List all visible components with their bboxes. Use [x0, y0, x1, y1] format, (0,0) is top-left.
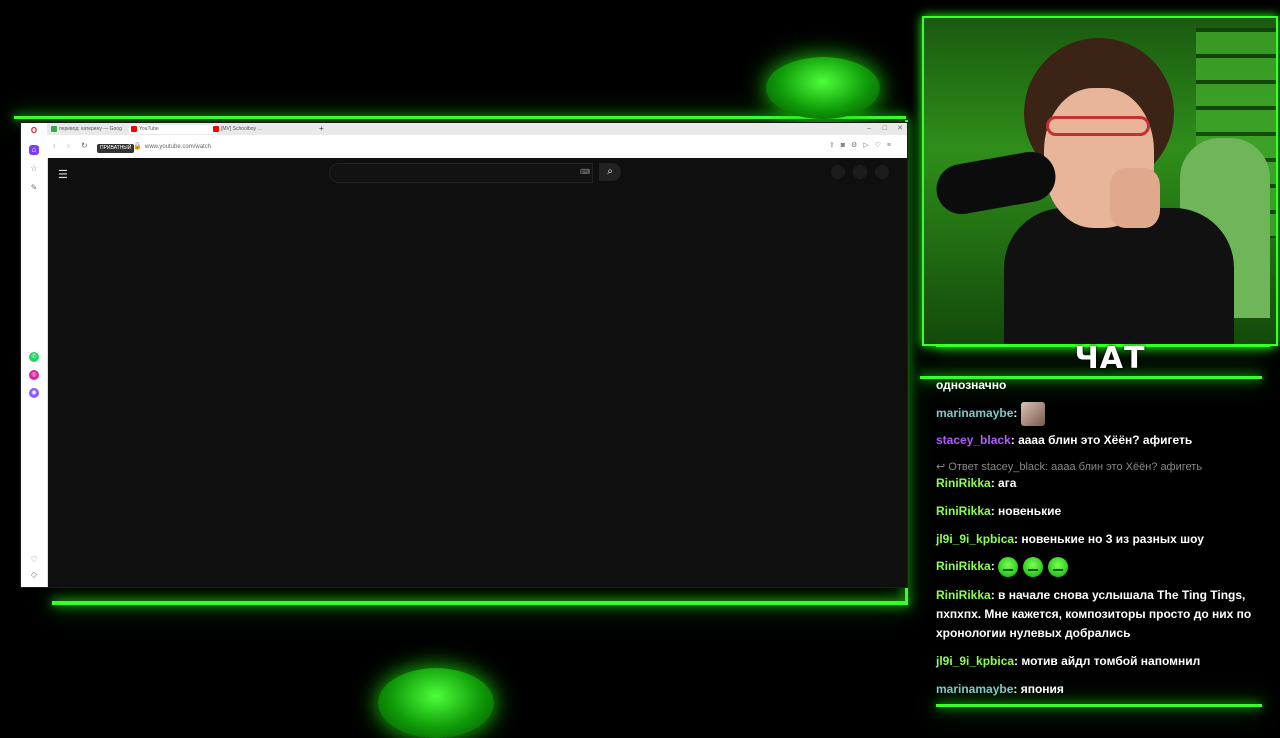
chat-message: RiniRikka: в начале снова услышала The T…: [936, 586, 1254, 643]
opera-logo-icon[interactable]: O: [29, 126, 39, 136]
menu-icon[interactable]: ≡: [887, 142, 897, 149]
browser-window: O ⌂ ☆ ✎ ✆ ◎ ◉ ♡ ◇ перевод: катерину — Go…: [20, 122, 908, 588]
tab-label: YouTube: [139, 126, 159, 132]
message-text: : мотив айдл томбой напомнил: [1014, 654, 1201, 668]
green-blob-bottom: [378, 668, 494, 738]
emote-image: [1020, 402, 1045, 426]
maximize-button[interactable]: □: [883, 124, 887, 133]
heart-icon[interactable]: ♡: [29, 555, 39, 565]
back-icon[interactable]: ‹: [53, 141, 56, 151]
heart-icon[interactable]: ♡: [875, 142, 887, 149]
streamer-body: [1004, 208, 1234, 344]
chat-username[interactable]: RiniRikka: [936, 504, 991, 518]
chat-username[interactable]: RiniRikka: [936, 476, 991, 490]
messenger-icon[interactable]: ◉: [29, 388, 39, 398]
home-icon[interactable]: ⌂: [29, 145, 39, 155]
tab-bar: перевод: катерину — Goog YouTube [MV] Sc…: [47, 123, 907, 135]
emote-icon: [1023, 557, 1044, 577]
keyboard-icon[interactable]: ⌨: [580, 168, 590, 176]
chat-message: RiniRikka: ага: [936, 474, 1254, 493]
chat-username[interactable]: stacey_black: [936, 433, 1011, 447]
star-icon[interactable]: ☆: [29, 164, 39, 174]
lock-icon[interactable]: 🔒: [133, 142, 142, 152]
message-text: : новенькие но 3 из разных шоу: [1014, 532, 1204, 546]
glow-bar-top: [14, 116, 906, 119]
notifications-icon[interactable]: [853, 165, 867, 179]
emote-icon: [998, 557, 1019, 577]
reply-reference: ↩ Ответ stacey_black: аааа блин это Хёён…: [936, 461, 1203, 473]
chat-message: jl9i_9i_kpbica: мотив айдл томбой напомн…: [936, 652, 1254, 671]
address-actions: ⇪◙⚙▷♡≡: [829, 141, 897, 149]
chat-message: stacey_black: аааа блин это Хёён? афигет…: [936, 431, 1254, 450]
browser-sidebar: O ⌂ ☆ ✎ ✆ ◎ ◉ ♡ ◇: [21, 123, 48, 587]
glasses: [1046, 116, 1150, 136]
tab-mv[interactable]: [MV] Schoolboy …: [211, 125, 325, 134]
play-icon[interactable]: ▷: [863, 142, 874, 149]
whatsapp-icon[interactable]: ✆: [29, 352, 39, 362]
close-button[interactable]: ✕: [897, 124, 903, 133]
pin-icon[interactable]: ✎: [29, 183, 39, 193]
chat-username[interactable]: marinamaybe: [936, 406, 1013, 420]
chat-username[interactable]: RiniRikka: [936, 559, 991, 573]
settings-icon[interactable]: ⚙: [851, 142, 863, 149]
instagram-icon[interactable]: ◎: [29, 370, 39, 380]
private-badge: ПРИВАТНЫЙ: [97, 144, 135, 153]
message-text: однозначно: [936, 378, 1007, 392]
youtube-search-input[interactable]: [329, 163, 593, 183]
message-text: : ага: [990, 476, 1017, 490]
chat-username[interactable]: marinamaybe: [936, 682, 1013, 696]
message-text: :: [1013, 406, 1018, 421]
chat-panel: однозначно marinamaybe: stacey_black: аа…: [922, 376, 1262, 706]
youtube-favicon-icon: [213, 126, 219, 132]
chat-message: marinamaybe:: [936, 402, 1254, 426]
youtube-favicon-icon: [131, 126, 137, 132]
share-icon[interactable]: ⇪: [829, 142, 841, 149]
avatar[interactable]: [875, 165, 889, 179]
minimize-button[interactable]: –: [867, 124, 871, 133]
tab-youtube[interactable]: YouTube: [129, 125, 217, 134]
microphone: [932, 147, 1060, 219]
google-favicon-icon: [51, 126, 57, 132]
chat-username[interactable]: RiniRikka: [936, 588, 991, 602]
chat-message: однозначно: [936, 376, 1254, 395]
forward-icon[interactable]: ›: [67, 141, 70, 151]
message-text: : япония: [1013, 682, 1064, 696]
message-text: : новенькие: [990, 504, 1062, 518]
create-icon[interactable]: [831, 165, 845, 179]
cube-icon[interactable]: ◇: [29, 570, 39, 580]
tab-label: перевод: катерину — Goog: [59, 126, 122, 132]
camera-icon[interactable]: ◙: [841, 142, 851, 149]
tab-google[interactable]: перевод: катерину — Goog: [49, 125, 135, 134]
url-field[interactable]: www.youtube.com/watch: [145, 143, 211, 152]
streamer-hand: [1110, 168, 1160, 228]
chat-message: RiniRikka:: [936, 557, 1254, 577]
glow-bar-bottom: [52, 601, 908, 605]
chat-username[interactable]: jl9i_9i_kpbica: [936, 532, 1014, 546]
new-tab-button[interactable]: +: [319, 124, 324, 133]
chat-message: RiniRikka: новенькие: [936, 502, 1254, 521]
hamburger-menu-icon[interactable]: ☰: [58, 168, 68, 181]
message-text: : аааа блин это Хёён? афигеть: [1010, 433, 1193, 447]
search-icon[interactable]: ⌕: [599, 163, 621, 181]
chat-title: ЧАТ: [1074, 341, 1146, 376]
reload-icon[interactable]: ↻: [81, 141, 88, 151]
address-bar: ‹ › ↻ ПРИВАТНЫЙ 🔒 www.youtube.com/watch …: [47, 135, 907, 158]
green-blob-top: [766, 57, 880, 119]
chat-message: jl9i_9i_kpbica: новенькие но 3 из разных…: [936, 530, 1254, 549]
tab-label: [MV] Schoolboy …: [221, 126, 263, 132]
emote-icon: [1048, 557, 1069, 577]
webcam-feed: [922, 16, 1278, 346]
message-text: :: [990, 559, 995, 574]
chat-username[interactable]: jl9i_9i_kpbica: [936, 654, 1014, 668]
chat-message: marinamaybe: япония: [936, 680, 1254, 699]
